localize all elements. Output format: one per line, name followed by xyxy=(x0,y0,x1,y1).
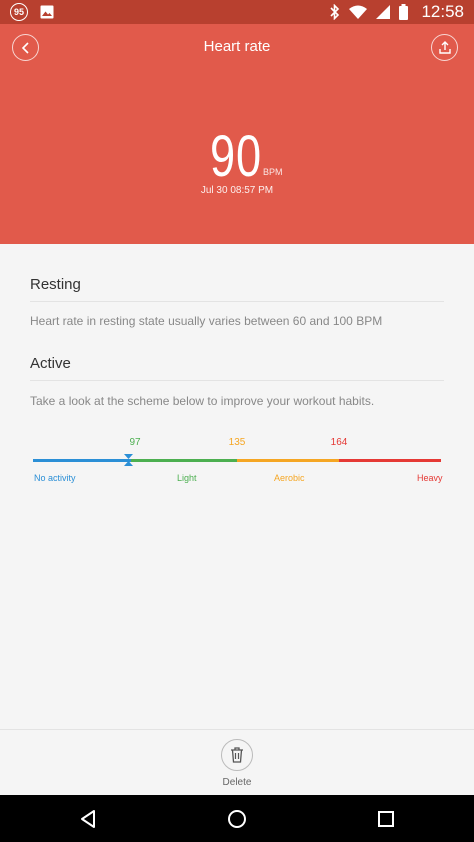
current-value-marker xyxy=(124,454,133,466)
share-icon xyxy=(438,41,451,54)
threshold-light: 97 xyxy=(129,437,141,448)
back-icon xyxy=(81,809,95,828)
nav-recents-button[interactable] xyxy=(356,795,416,842)
status-time: 12:58 xyxy=(421,2,464,21)
threshold-heavy: 164 xyxy=(330,437,348,448)
active-description: Take a look at the scheme below to impro… xyxy=(30,394,375,408)
zone-label-aerobic: Aerobic xyxy=(274,473,305,483)
notification-badge: 95 xyxy=(10,3,28,21)
zone-bar-aerobic xyxy=(237,459,339,462)
signal-icon xyxy=(376,5,391,19)
navigation-bar xyxy=(0,795,474,842)
bottom-action-bar: Delete xyxy=(0,729,474,795)
heart-rate-value: 90 xyxy=(210,124,262,189)
delete-label: Delete xyxy=(222,777,252,788)
threshold-aerobic: 135 xyxy=(228,437,246,448)
delete-button[interactable] xyxy=(221,739,253,771)
nav-back-button[interactable] xyxy=(58,795,118,842)
heart-rate-unit: BPM xyxy=(263,167,283,177)
page-title: Heart rate xyxy=(203,38,271,55)
nav-home-button[interactable] xyxy=(207,795,267,842)
zone-label-no-activity: No activity xyxy=(34,473,76,483)
measurement-timestamp: Jul 30 08:57 PM xyxy=(200,185,274,196)
status-bar: 95 12:58 xyxy=(0,0,474,24)
battery-icon xyxy=(399,4,409,20)
home-icon xyxy=(228,809,246,828)
zone-label-light: Light xyxy=(177,473,197,483)
recents-icon xyxy=(378,810,394,827)
resting-description: Heart rate in resting state usually vari… xyxy=(30,314,383,328)
zone-bar-no-activity xyxy=(33,459,131,462)
active-heading: Active xyxy=(30,355,444,381)
share-button[interactable] xyxy=(431,34,458,61)
zone-bar-heavy xyxy=(339,459,441,462)
bluetooth-icon xyxy=(330,4,340,20)
wifi-icon xyxy=(349,5,368,19)
heart-rate-header: Heart rate 90 BPM Jul 30 08:57 PM xyxy=(0,24,474,244)
zone-bar-light xyxy=(131,459,237,462)
image-icon xyxy=(40,5,54,19)
zone-label-heavy: Heavy xyxy=(417,473,443,483)
trash-icon xyxy=(231,747,243,763)
resting-heading: Resting xyxy=(30,276,444,302)
